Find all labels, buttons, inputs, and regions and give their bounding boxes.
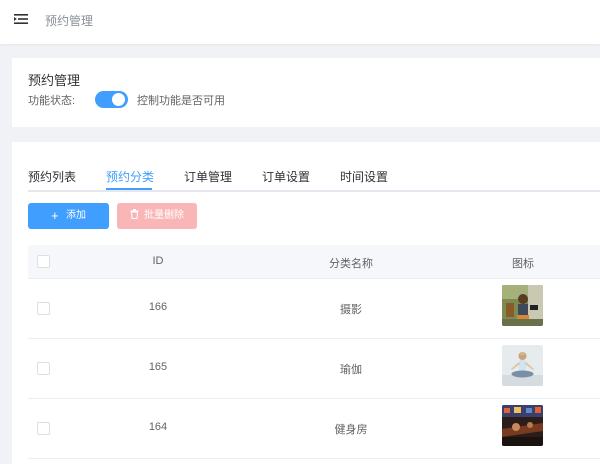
photography-image <box>502 285 543 326</box>
select-all-checkbox[interactable] <box>37 255 50 268</box>
trash-icon <box>130 203 139 229</box>
settings-card: 预约管理 功能状态: 控制功能是否可用 <box>12 58 600 127</box>
active-tab-indicator <box>106 188 152 190</box>
tab-order-settings[interactable]: 订单设置 <box>262 168 310 185</box>
tab-appointment-list[interactable]: 预约列表 <box>28 168 76 185</box>
column-header-icon: 图标 <box>512 258 534 270</box>
tab-appointment-category[interactable]: 预约分类 <box>106 168 154 185</box>
add-button-label: 添加 <box>66 210 86 221</box>
row-checkbox[interactable] <box>37 422 50 435</box>
cell-id: 165 <box>148 361 168 373</box>
row-checkbox[interactable] <box>37 362 50 375</box>
category-card: 预约列表 预约分类 订单管理 订单设置 时间设置 + 添加 批量删除 ID 分类… <box>12 142 600 464</box>
tab-time-settings[interactable]: 时间设置 <box>340 168 388 185</box>
feature-status-switch[interactable] <box>95 91 128 108</box>
yoga-image <box>502 345 543 386</box>
batch-delete-button[interactable]: 批量删除 <box>117 203 197 229</box>
table-header: ID 分类名称 图标 <box>28 245 600 279</box>
breadcrumb-title: 预约管理 <box>45 14 94 28</box>
tab-order-management[interactable]: 订单管理 <box>184 168 232 185</box>
column-header-id: ID <box>152 255 164 267</box>
cell-id: 164 <box>148 421 168 433</box>
cell-name: 健身房 <box>334 424 368 436</box>
plus-icon: + <box>51 208 59 223</box>
status-description: 控制功能是否可用 <box>137 95 225 107</box>
column-header-name: 分类名称 <box>329 258 373 270</box>
batch-delete-label: 批量删除 <box>144 210 184 221</box>
row-checkbox[interactable] <box>37 302 50 315</box>
cell-name: 瑜伽 <box>340 364 362 376</box>
cell-name: 摄影 <box>340 304 362 316</box>
status-label: 功能状态: <box>28 95 76 107</box>
page-title: 预约管理 <box>28 73 81 88</box>
cell-id: 166 <box>148 301 168 313</box>
table-row: 166 摄影 <box>28 279 600 339</box>
table-row: 165 瑜伽 <box>28 339 600 399</box>
switch-knob <box>112 93 125 106</box>
gym-image <box>502 405 543 446</box>
menu-fold-icon[interactable] <box>14 12 28 26</box>
add-button[interactable]: + 添加 <box>28 203 109 229</box>
table-row: 164 健身房 <box>28 399 600 459</box>
top-bar: 预约管理 <box>0 0 600 44</box>
